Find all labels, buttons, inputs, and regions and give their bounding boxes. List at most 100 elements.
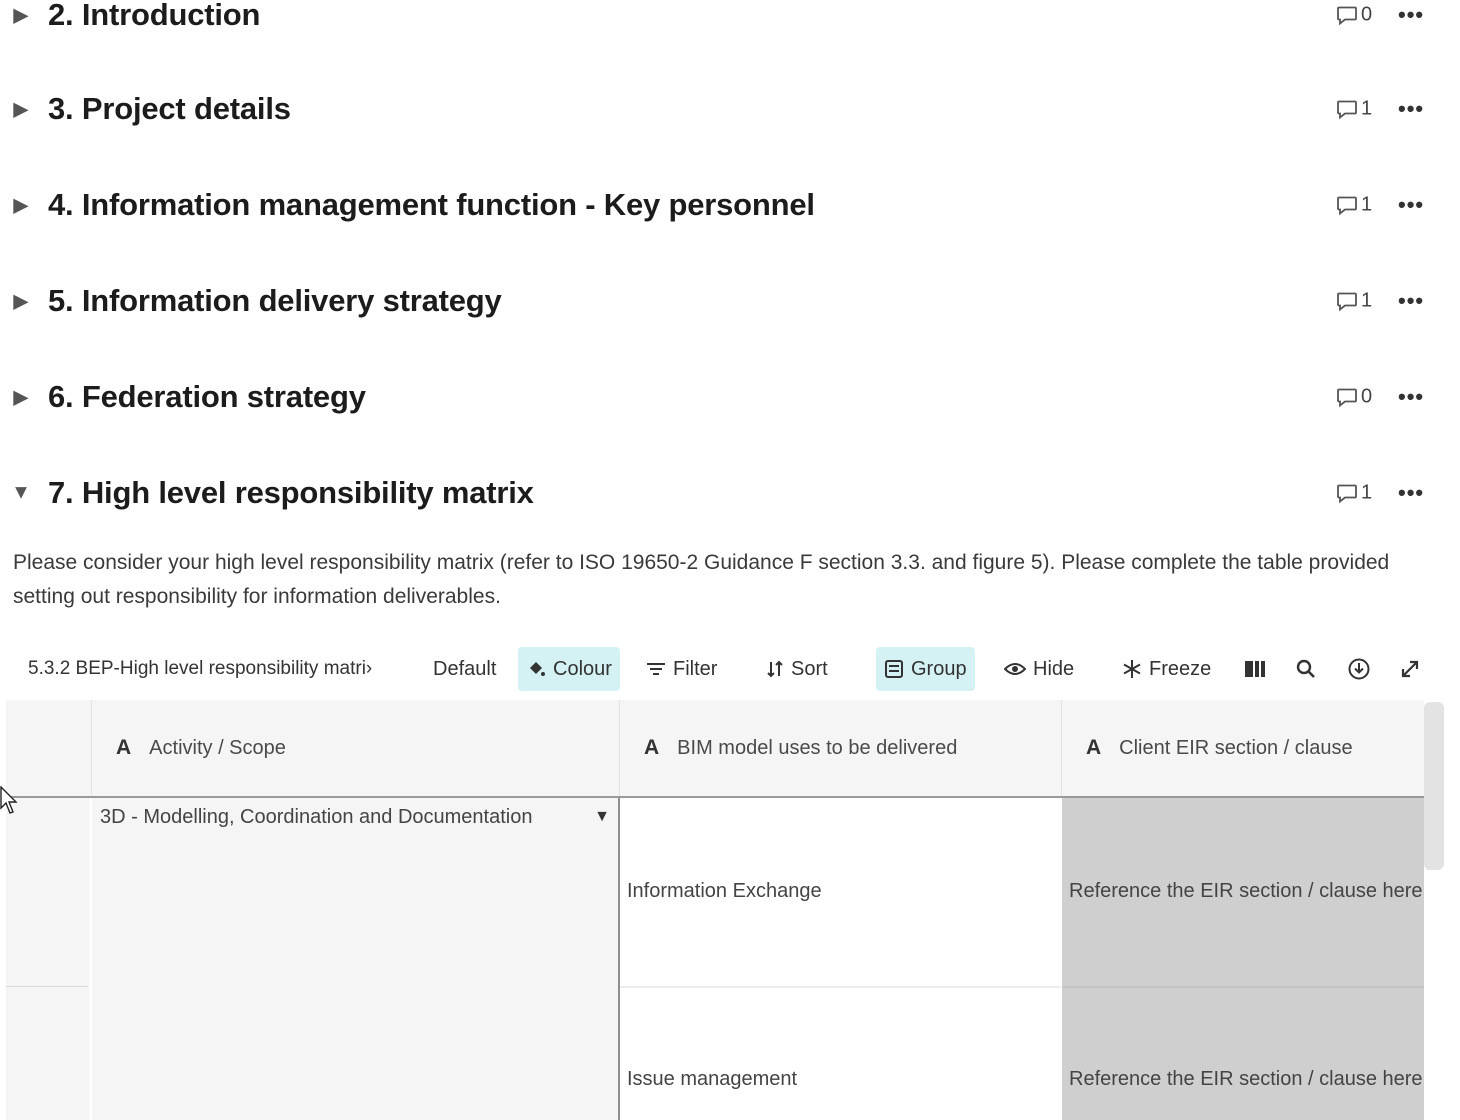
eir-reference-cell[interactable]: Reference the EIR section / clause here — [1069, 1068, 1423, 1091]
view-name[interactable]: 5.3.2 BEP-High level responsibility matr… — [22, 647, 424, 691]
comments-button[interactable]: 1 — [1336, 290, 1372, 313]
section-row-responsibility-matrix[interactable]: ▼ 7. High level responsibility matrix 1 … — [0, 463, 1460, 523]
column-label: Client EIR section / clause — [1119, 736, 1353, 759]
eye-icon — [1004, 663, 1026, 675]
eir-reference-cell[interactable]: Reference the EIR section / clause here — [1069, 880, 1423, 903]
grid-header: A Activity / Scope A BIM model uses to b… — [6, 700, 1424, 798]
section-title[interactable]: 6. Federation strategy — [48, 379, 366, 415]
section-row-introduction[interactable]: ▶ 2. Introduction 0 ••• — [0, 0, 1460, 45]
comment-count: 0 — [1361, 385, 1373, 408]
row-index-header — [6, 700, 92, 796]
default-label: Default — [433, 657, 497, 680]
sort-icon — [767, 660, 783, 678]
colour-label: Colour — [553, 657, 612, 680]
bim-use-cell[interactable]: Information Exchange — [627, 880, 822, 903]
column-label: Activity / Scope — [149, 736, 286, 759]
colour-button[interactable]: Colour — [518, 647, 620, 691]
section-title[interactable]: 2. Introduction — [48, 0, 260, 33]
comment-count: 1 — [1361, 481, 1373, 504]
columns-icon — [1245, 661, 1265, 677]
mouse-cursor-icon — [0, 786, 18, 814]
search-button[interactable] — [1288, 647, 1324, 691]
comment-count: 0 — [1361, 3, 1373, 26]
row-index-column — [6, 798, 90, 1120]
comments-button[interactable]: 1 — [1336, 482, 1372, 505]
expand-arrow-icon[interactable]: ▶ — [10, 3, 32, 28]
group-button[interactable]: Group — [876, 647, 975, 691]
paint-bucket-icon — [530, 662, 545, 676]
freeze-button[interactable]: Freeze — [1114, 647, 1219, 691]
columns-button[interactable] — [1236, 647, 1274, 691]
snowflake-icon — [1123, 660, 1141, 678]
row-divider — [620, 986, 1060, 988]
more-options-icon[interactable]: ••• — [1398, 2, 1424, 28]
comments-button[interactable]: 0 — [1336, 4, 1372, 27]
section-row-key-personnel[interactable]: ▶ 4. Information management function - K… — [0, 175, 1460, 235]
filter-label: Filter — [673, 657, 718, 680]
expand-arrow-icon[interactable]: ▶ — [10, 289, 32, 314]
column-header-client-eir[interactable]: A Client EIR section / clause — [1062, 700, 1424, 796]
column-header-activity[interactable]: A Activity / Scope — [92, 700, 620, 796]
download-icon — [1348, 658, 1370, 680]
default-view-button[interactable]: Default — [425, 647, 504, 691]
comments-button[interactable]: 1 — [1336, 98, 1372, 121]
comments-button[interactable]: 0 — [1336, 386, 1372, 409]
section-description: Please consider your high level responsi… — [13, 551, 1390, 608]
section-title[interactable]: 7. High level responsibility matrix — [48, 475, 534, 511]
hide-button[interactable]: Hide — [996, 647, 1082, 691]
responsibility-grid: A Activity / Scope A BIM model uses to b… — [6, 700, 1424, 1120]
group-label: Group — [911, 657, 967, 680]
row-divider — [6, 986, 88, 987]
text-type-icon: A — [116, 736, 132, 759]
sort-button[interactable]: Sort — [758, 647, 836, 691]
collapse-arrow-icon[interactable]: ▼ — [10, 482, 32, 505]
comment-icon — [1337, 388, 1357, 407]
expand-arrow-icon[interactable]: ▶ — [10, 385, 32, 410]
section-title[interactable]: 4. Information management function - Key… — [48, 187, 815, 223]
section-row-delivery-strategy[interactable]: ▶ 5. Information delivery strategy 1 ••• — [0, 271, 1460, 331]
expand-arrow-icon[interactable]: ▶ — [10, 97, 32, 122]
more-options-icon[interactable]: ••• — [1398, 480, 1424, 506]
hide-label: Hide — [1033, 657, 1075, 680]
comment-count: 1 — [1361, 193, 1373, 216]
column-label: BIM model uses to be delivered — [677, 736, 958, 759]
group-value: 3D - Modelling, Coordination and Documen… — [100, 806, 533, 828]
section-title[interactable]: 5. Information delivery strategy — [48, 283, 502, 319]
comment-count: 1 — [1361, 289, 1373, 312]
section-row-project-details[interactable]: ▶ 3. Project details 1 ••• — [0, 79, 1460, 139]
expand-arrow-icon[interactable]: ▶ — [10, 193, 32, 218]
comment-icon — [1337, 292, 1357, 311]
filter-icon — [647, 663, 665, 675]
column-header-bim-uses[interactable]: A BIM model uses to be delivered — [620, 700, 1062, 796]
expand-icon[interactable] — [1392, 647, 1428, 691]
grid-body: 3D - Modelling, Coordination and Documen… — [6, 798, 1424, 1120]
dropdown-arrow-icon[interactable]: ▼ — [594, 808, 610, 826]
comment-icon — [1337, 100, 1357, 119]
text-type-icon: A — [644, 736, 660, 759]
comment-icon — [1337, 484, 1357, 503]
text-type-icon: A — [1086, 736, 1102, 759]
sort-label: Sort — [791, 657, 828, 680]
more-options-icon[interactable]: ••• — [1398, 384, 1424, 410]
comments-button[interactable]: 1 — [1336, 194, 1372, 217]
vertical-scrollbar[interactable] — [1424, 702, 1444, 870]
download-button[interactable] — [1340, 647, 1378, 691]
client-eir-column: Reference the EIR section / clause here … — [1062, 798, 1424, 1120]
section-title[interactable]: 3. Project details — [48, 91, 291, 127]
bim-use-cell[interactable]: Issue management — [627, 1068, 797, 1091]
more-options-icon[interactable]: ••• — [1398, 96, 1424, 122]
group-icon — [885, 660, 903, 678]
more-options-icon[interactable]: ••• — [1398, 288, 1424, 314]
search-icon — [1296, 659, 1315, 678]
comment-count: 1 — [1361, 97, 1373, 120]
row-divider — [1062, 986, 1424, 988]
expand-arrows-icon — [1401, 660, 1419, 678]
freeze-label: Freeze — [1149, 657, 1212, 680]
group-cell-activity[interactable]: 3D - Modelling, Coordination and Documen… — [92, 798, 620, 1120]
grid-toolbar: 5.3.2 BEP-High level responsibility matr… — [0, 644, 1440, 696]
comment-icon — [1337, 196, 1357, 215]
bim-uses-column: Information Exchange Issue management — [620, 798, 1060, 1120]
filter-button[interactable]: Filter — [638, 647, 725, 691]
section-row-federation-strategy[interactable]: ▶ 6. Federation strategy 0 ••• — [0, 367, 1460, 427]
more-options-icon[interactable]: ••• — [1398, 192, 1424, 218]
